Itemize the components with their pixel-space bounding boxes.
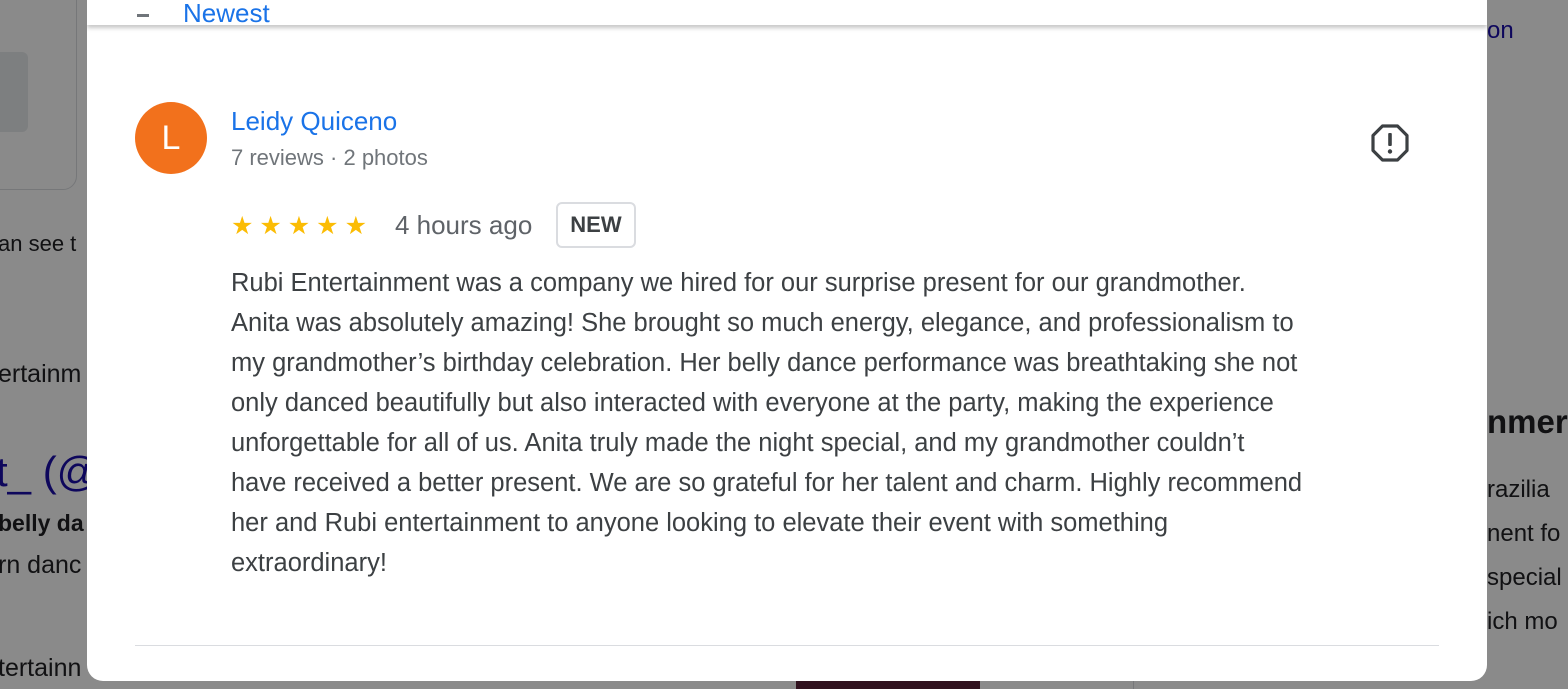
review-text: Rubi Entertainment was a company we hire… [231, 263, 1461, 583]
star-rating: ★ ★ ★ ★ ★ [231, 213, 373, 238]
star-icon: ★ [231, 210, 254, 240]
avatar[interactable]: L [135, 102, 207, 174]
review-text-line: unforgettable for all of us. Anita truly… [231, 429, 1245, 457]
avatar-letter: L [161, 118, 181, 157]
review-text-line: Rubi Entertainment was a company we hire… [231, 269, 1246, 297]
review-text-line: her and Rubi entertainment to anyone loo… [231, 509, 1169, 537]
star-icon: ★ [259, 210, 282, 240]
star-icon: ★ [316, 210, 339, 240]
new-badge: NEW [556, 202, 636, 248]
sort-label: Newest [183, 0, 270, 25]
review-text-line: only danced beautifully but also interac… [231, 389, 1274, 417]
report-flag-icon[interactable] [1371, 124, 1409, 162]
reviewer-name-link[interactable]: Leidy Quiceno [231, 106, 397, 137]
review-divider [135, 645, 1439, 646]
sort-icon [137, 13, 149, 17]
review-text-line: extraordinary! [231, 549, 387, 577]
sort-button[interactable]: Newest [137, 0, 270, 25]
reviews-dialog: Newest L Leidy Quiceno 7 reviews · 2 pho… [87, 0, 1487, 681]
star-icon: ★ [344, 210, 367, 240]
reviewer-meta[interactable]: 7 reviews · 2 photos [231, 145, 428, 171]
review-text-line: Anita was absolutely amazing! She brough… [231, 309, 1294, 337]
star-icon: ★ [287, 210, 311, 240]
review-text-line: my grandmother’s birthday celebration. H… [231, 349, 1298, 377]
rating-row: ★ ★ ★ ★ ★ 4 hours ago NEW [231, 202, 636, 248]
review-text-line: have received a better present. We are s… [231, 469, 1303, 497]
review-time: 4 hours ago [394, 209, 533, 240]
sort-header: Newest [87, 0, 1487, 25]
